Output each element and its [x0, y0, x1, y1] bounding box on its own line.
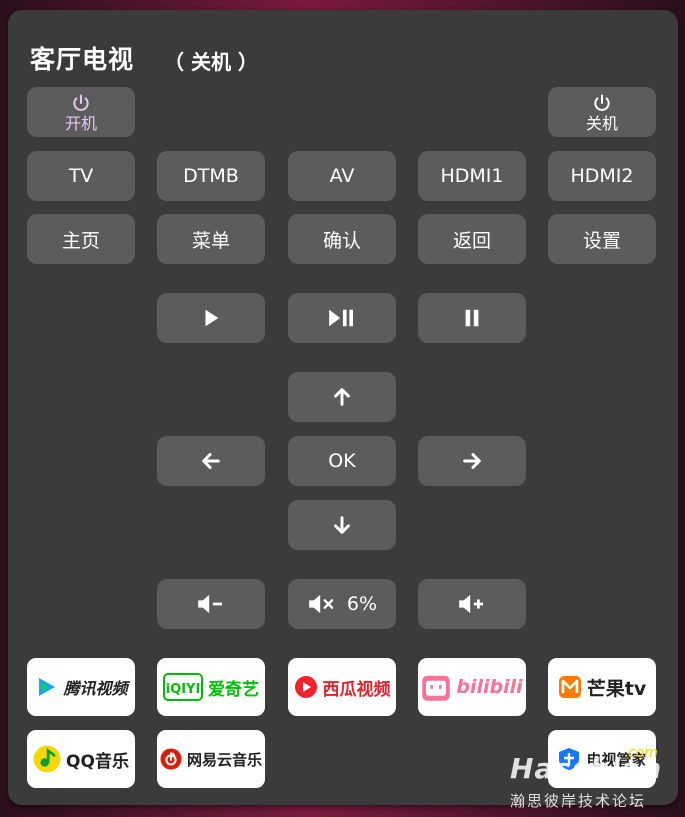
- play-pause-button[interactable]: [288, 293, 396, 343]
- play-button[interactable]: [157, 293, 265, 343]
- app-label: 西瓜视频: [322, 679, 391, 700]
- arrow-down-icon: [334, 516, 350, 534]
- app-qq-music[interactable]: QQ音乐: [27, 730, 135, 788]
- app-label: 腾讯视频: [63, 679, 128, 698]
- menu-button[interactable]: 菜单: [157, 214, 265, 264]
- device-state: （ 关机 ）: [164, 50, 258, 74]
- app-label: 芒果tv: [586, 677, 647, 700]
- qq-music-icon: [33, 745, 61, 773]
- volume-level: 6%: [346, 593, 378, 615]
- device-title: 客厅电视: [30, 45, 135, 74]
- power-icon: [594, 94, 610, 111]
- volume-up-button[interactable]: [418, 579, 526, 629]
- source-av-button[interactable]: AV: [288, 151, 396, 201]
- down-button[interactable]: [288, 500, 396, 550]
- app-iqiyi[interactable]: iQIYI 爱奇艺: [157, 658, 265, 716]
- left-button[interactable]: [157, 436, 265, 486]
- app-bilibili[interactable]: bilibili: [418, 658, 526, 716]
- watermark-caption: 瀚思彼岸技术论坛: [510, 792, 647, 810]
- power-on-label: 开机: [64, 113, 97, 133]
- app-tencent-video[interactable]: 腾讯视频: [27, 658, 135, 716]
- volume-down-icon: [198, 594, 222, 614]
- arrow-left-icon: [202, 453, 220, 469]
- power-off-button[interactable]: 关机: [548, 87, 656, 137]
- remote-card: 客厅电视 （ 关机 ） 开机 关机 TV DTMB AV HDMI1 HDMI2…: [8, 10, 678, 805]
- power-icon: [73, 94, 89, 111]
- arrow-right-icon: [463, 453, 481, 469]
- app-label: 网易云音乐: [186, 750, 262, 769]
- app-label: QQ音乐: [66, 751, 129, 772]
- home-button[interactable]: 主页: [27, 214, 135, 264]
- xigua-video-icon: [294, 676, 317, 698]
- ok-button[interactable]: OK: [288, 436, 396, 486]
- source-hdmi1-button[interactable]: HDMI1: [418, 151, 526, 201]
- app-label: bilibili: [456, 676, 523, 698]
- netease-music-icon: [160, 748, 182, 770]
- tencent-video-icon: [39, 678, 56, 696]
- app-mango-tv[interactable]: 芒果tv: [548, 658, 656, 716]
- power-on-button[interactable]: 开机: [27, 87, 135, 137]
- confirm-button[interactable]: 确认: [288, 214, 396, 264]
- pause-button[interactable]: [418, 293, 526, 343]
- source-dtmb-button[interactable]: DTMB: [157, 151, 265, 201]
- up-button[interactable]: [288, 372, 396, 422]
- app-label: 爱奇艺: [208, 679, 259, 700]
- mute-icon: [309, 594, 334, 614]
- svg-text:iQIYI: iQIYI: [166, 682, 201, 697]
- arrow-up-icon: [334, 388, 350, 406]
- power-off-label: 关机: [585, 113, 618, 133]
- pause-icon: [465, 309, 479, 327]
- right-button[interactable]: [418, 436, 526, 486]
- watermark-suffix: com: [628, 745, 658, 761]
- iqiyi-icon: iQIYI: [163, 673, 203, 701]
- mango-tv-icon: [558, 676, 581, 698]
- mute-button[interactable]: 6%: [288, 579, 396, 629]
- play-pause-icon: [329, 309, 353, 327]
- play-icon: [205, 309, 219, 327]
- app-netease-music[interactable]: 网易云音乐: [157, 730, 265, 788]
- settings-button[interactable]: 设置: [548, 214, 656, 264]
- source-hdmi2-button[interactable]: HDMI2: [548, 151, 656, 201]
- source-tv-button[interactable]: TV: [27, 151, 135, 201]
- volume-down-button[interactable]: [157, 579, 265, 629]
- bilibili-icon: [422, 675, 451, 701]
- back-button[interactable]: 返回: [418, 214, 526, 264]
- volume-up-icon: [459, 594, 483, 614]
- app-xigua-video[interactable]: 西瓜视频: [288, 658, 396, 716]
